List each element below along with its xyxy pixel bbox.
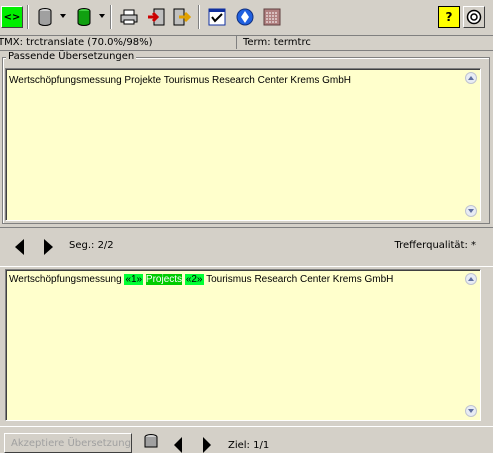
toolbar: <> ? <box>0 0 493 36</box>
keyboard-button[interactable] <box>261 6 283 28</box>
bottom-database-button[interactable] <box>144 434 158 451</box>
chevron-down-icon[interactable] <box>99 14 105 18</box>
print-button[interactable] <box>118 6 140 28</box>
segment-counter: Seg.: 2/2 <box>69 240 114 251</box>
toolbar-separator <box>27 5 29 29</box>
segment-nav-bar: Seg.: 2/2 Trefferqualität: * <box>0 227 493 267</box>
export-button[interactable] <box>171 6 193 28</box>
toolbar-separator <box>198 5 200 29</box>
globe-icon <box>236 8 254 26</box>
term-status: Term: termtrc <box>243 37 311 48</box>
matches-group-label: Passende Übersetzungen <box>6 51 137 62</box>
tm-database-button[interactable] <box>34 6 56 28</box>
settings-icon <box>466 9 482 25</box>
translation-suffix: Tourismus Research Center Krems GmbH <box>203 274 394 285</box>
vertical-scrollbar[interactable] <box>463 271 479 419</box>
help-button[interactable]: ? <box>438 6 460 28</box>
import-icon <box>148 8 165 26</box>
next-target-icon[interactable] <box>203 437 211 453</box>
scroll-down-icon[interactable] <box>465 205 477 217</box>
import-button[interactable] <box>145 6 167 28</box>
toolbar-separator <box>110 5 112 29</box>
keyboard-icon <box>263 8 281 26</box>
next-segment-icon[interactable] <box>44 239 53 255</box>
accept-translation-button[interactable]: Akzeptiere Übersetzung <box>4 433 132 453</box>
help-icon: ? <box>445 10 453 24</box>
tag-toggle-button[interactable]: <> <box>1 6 23 28</box>
scroll-up-icon[interactable] <box>465 273 477 285</box>
translation-prefix: Wertschöpfungsmessung <box>9 274 125 285</box>
match-quality: Trefferqualität: * <box>394 240 476 251</box>
database-icon <box>144 434 158 448</box>
print-icon <box>120 9 138 25</box>
database-icon <box>38 8 52 26</box>
database-green-icon <box>77 8 91 26</box>
translated-word: Projects <box>145 274 183 285</box>
target-counter: Ziel: 1/1 <box>228 440 270 451</box>
checklist-icon <box>208 8 226 26</box>
match-textarea[interactable]: Wertschöpfungsmessung Projekte Tourismus… <box>5 68 481 221</box>
scroll-down-icon[interactable] <box>465 405 477 417</box>
chevron-down-icon[interactable] <box>60 14 66 18</box>
vertical-scrollbar[interactable] <box>463 70 479 219</box>
status-bar: TMX: trctranslate (70.0%/98%) Term: term… <box>0 35 493 51</box>
translation-text: Wertschöpfungsmessung «1» Projects «2» T… <box>9 274 393 285</box>
settings-button[interactable] <box>463 6 485 28</box>
tag-toggle-icon: <> <box>3 11 21 23</box>
previous-segment-icon[interactable] <box>15 239 24 255</box>
globe-button[interactable] <box>234 6 256 28</box>
tm-status: TMX: trctranslate (70.0%/98%) <box>0 36 237 49</box>
checklist-button[interactable] <box>206 6 228 28</box>
translation-textarea[interactable]: Wertschöpfungsmessung «1» Projects «2» T… <box>5 269 481 421</box>
match-text: Wertschöpfungsmessung Projekte Tourismus… <box>9 75 351 86</box>
term-database-button[interactable] <box>73 6 95 28</box>
inline-tag-2[interactable]: «2» <box>184 274 204 285</box>
export-icon <box>173 8 191 26</box>
inline-tag-1[interactable]: «1» <box>124 274 144 285</box>
previous-target-icon[interactable] <box>174 437 182 453</box>
scroll-up-icon[interactable] <box>465 72 477 84</box>
